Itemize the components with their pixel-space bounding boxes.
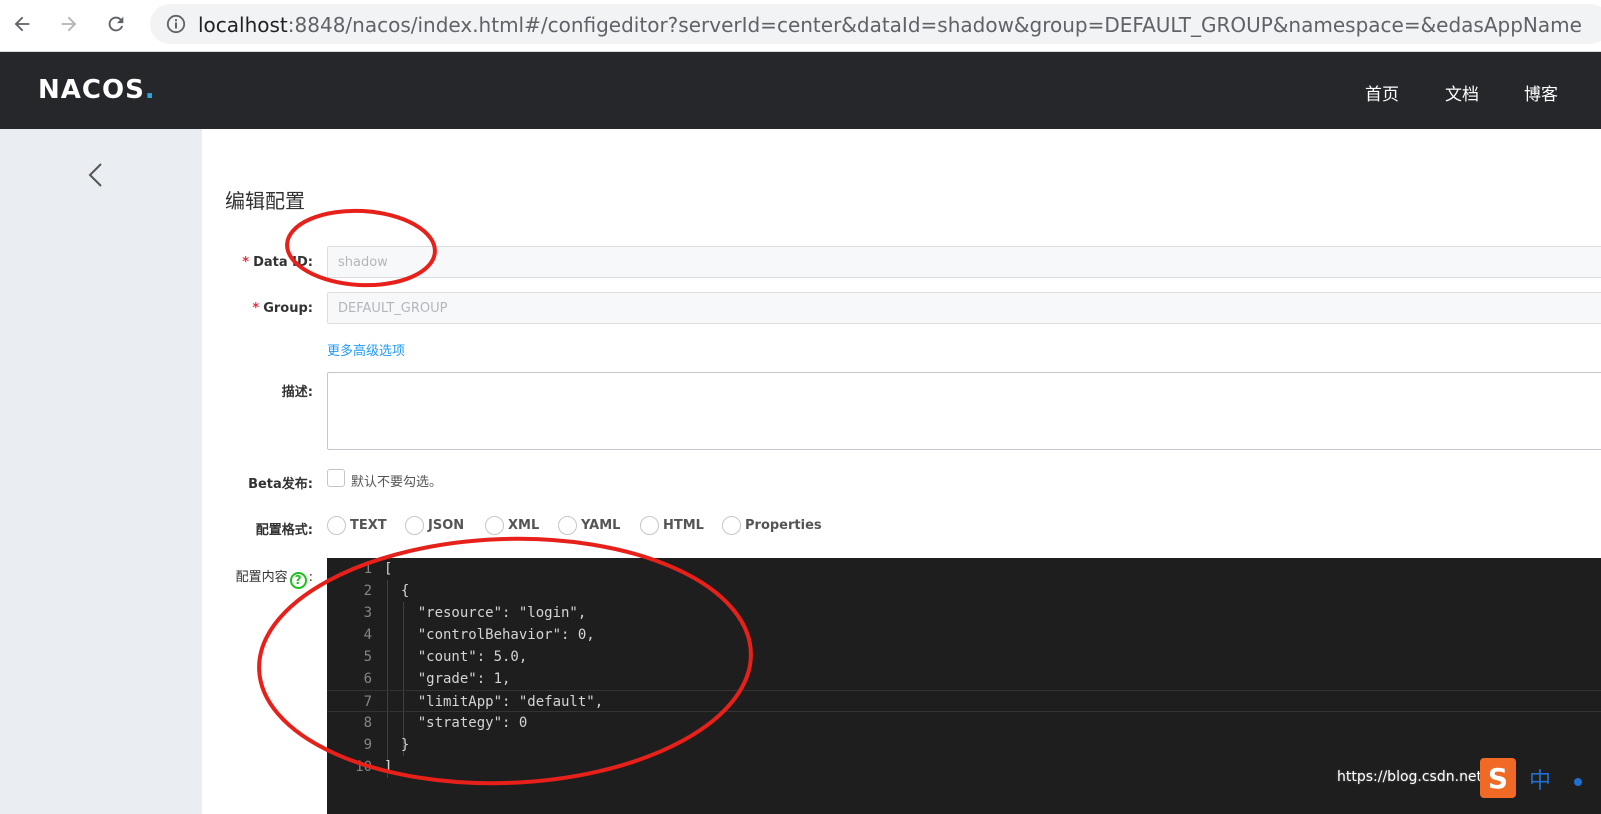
forward-arrow-icon[interactable] [53,8,85,40]
code-line: 3 "resource": "login", [327,602,1601,624]
beta-label: Beta发布: [248,477,313,492]
content-label-text: 配置内容 [235,570,288,585]
svg-text:S: S [1488,762,1508,795]
required-mark: * [242,255,250,270]
info-icon[interactable] [166,14,186,34]
code-line: 4 "controlBehavior": 0, [327,624,1601,646]
content-label: 配置内容?: [236,566,313,589]
code-line: 2 { [327,580,1601,602]
code-text: [ [384,561,393,577]
radio-html-label[interactable]: HTML [663,518,704,533]
code-text: } [384,737,410,753]
data-id-label: * Data ID: [242,255,313,270]
code-text: "limitApp": "default", [384,694,604,710]
ime-toolbar-icon[interactable]: S 中 [1480,758,1601,798]
code-line: 8 "strategy": 0 [327,712,1601,734]
code-line: 5 "count": 5.0, [327,646,1601,668]
radio-json-label[interactable]: JSON [428,518,464,533]
code-line: 6 "grade": 1, [327,668,1601,690]
line-number: 8 [363,715,372,731]
chevron-left-icon[interactable] [84,161,108,189]
radio-properties[interactable] [722,516,741,535]
code-text: ] [384,759,393,775]
advanced-options-link[interactable]: 更多高级选项 [327,340,405,359]
line-number: 2 [363,583,372,599]
line-number: 10 [355,759,372,775]
radio-xml[interactable] [485,516,504,535]
code-text: "resource": "login", [384,605,587,621]
url-host: localhost [198,13,288,37]
reload-icon[interactable] [100,8,132,40]
address-bar[interactable]: localhost:8848/nacos/index.html#/confige… [150,4,1601,44]
radio-text-label[interactable]: TEXT [350,518,387,533]
line-number: 1 [363,561,372,577]
radio-html[interactable] [640,516,659,535]
url-path: :8848/nacos/index.html#/configeditor?ser… [287,13,1582,37]
data-id-input[interactable]: shadow [327,246,1601,278]
format-label: 配置格式: [255,523,313,538]
line-number: 7 [363,694,372,710]
url-text: localhost:8848/nacos/index.html#/confige… [198,13,1582,37]
line-number: 5 [363,649,372,665]
logo-dot: . [144,75,156,105]
nav-docs[interactable]: 文档 [1445,80,1479,105]
beta-checkbox[interactable] [327,469,345,487]
content-label-colon: : [308,570,313,585]
line-number: 3 [363,605,372,621]
nav-blog[interactable]: 博客 [1524,80,1558,105]
logo-text: NACOS [38,75,145,105]
ime-label: 中 [1529,769,1551,794]
radio-yaml-label[interactable]: YAML [581,518,620,533]
code-text: "controlBehavior": 0, [384,627,595,643]
nacos-logo[interactable]: NACOS. [38,75,156,105]
group-label: * Group: [252,301,313,316]
browser-toolbar: localhost:8848/nacos/index.html#/confige… [0,0,1601,52]
description-textarea[interactable] [327,372,1601,450]
code-line: 1[ [327,558,1601,580]
code-text: "strategy": 0 [384,715,528,731]
line-number: 6 [363,671,372,687]
code-text: { [384,583,410,599]
main-content: 编辑配置 * Data ID: shadow * Group: DEFAULT_GR… [202,129,1601,814]
radio-yaml[interactable] [558,516,577,535]
radio-json[interactable] [405,516,424,535]
code-text: "count": 5.0, [384,649,528,665]
nav-home[interactable]: 首页 [1365,80,1399,105]
code-line: 7 "limitApp": "default", [327,690,1601,712]
sidebar [0,129,202,814]
group-value: DEFAULT_GROUP [338,301,448,316]
radio-xml-label[interactable]: XML [508,518,539,533]
back-arrow-icon[interactable] [6,8,38,40]
group-input[interactable]: DEFAULT_GROUP [327,292,1601,324]
group-label-text: Group: [263,301,313,316]
line-number: 4 [363,627,372,643]
radio-properties-label[interactable]: Properties [745,518,822,533]
code-line: 9 } [327,734,1601,756]
code-text: "grade": 1, [384,671,511,687]
data-id-value: shadow [338,255,388,270]
line-number: 9 [363,737,372,753]
app-header: NACOS. 首页 文档 博客 [0,52,1601,129]
page-title: 编辑配置 [225,189,305,213]
beta-hint: 默认不要勾选。 [351,475,443,490]
data-id-label-text: Data ID: [253,255,313,270]
watermark: https://blog.csdn.net/ [1337,769,1487,785]
description-label: 描述: [281,385,313,400]
required-mark: * [252,301,260,316]
radio-text[interactable] [327,516,346,535]
help-icon[interactable]: ? [289,572,307,589]
